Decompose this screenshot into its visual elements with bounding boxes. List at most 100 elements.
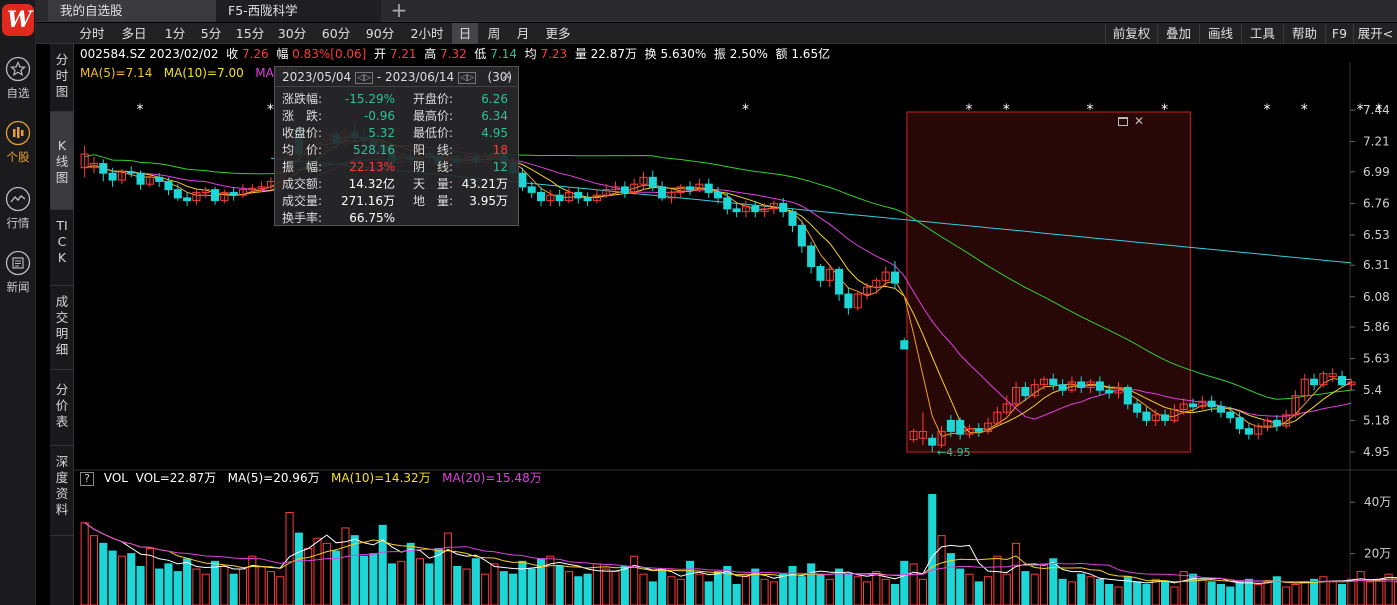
event-marker-icon: * <box>965 102 972 118</box>
quote-date: 2023/02/02 <box>149 47 219 61</box>
amount-label: 额 <box>775 47 788 61</box>
candle-body <box>1058 384 1067 391</box>
popup-value: 18 <box>492 143 508 157</box>
side-tab-profile[interactable]: 深度资料 <box>50 446 74 536</box>
low-value: 7.14 <box>490 47 517 61</box>
candle-body <box>751 205 760 213</box>
f9-button[interactable]: F9 <box>1325 23 1353 44</box>
side-tab-intraday[interactable]: 分时图 <box>50 44 74 112</box>
popup-value: 528.16 <box>353 143 395 157</box>
volume-bar <box>490 563 499 605</box>
period-month[interactable]: 月 <box>510 23 536 44</box>
candle-body <box>816 266 825 281</box>
candle-body <box>574 191 583 199</box>
candle-body <box>1337 375 1347 386</box>
period-1m[interactable]: 1分 <box>158 23 192 44</box>
period-intraday[interactable]: 分时 <box>74 23 110 44</box>
turnover-label: 换 <box>644 47 657 61</box>
volume-bar <box>1337 583 1347 605</box>
amplitude-value: 2.50% <box>729 47 768 61</box>
change-label: 幅 <box>276 47 289 61</box>
open-value: 7.21 <box>389 47 417 61</box>
volume-bar <box>471 558 480 605</box>
popup-value: -0.96 <box>363 109 395 123</box>
period-more[interactable]: 更多 <box>540 23 576 44</box>
candle-body <box>173 189 182 199</box>
rail-item-market[interactable]: 行情 <box>0 186 36 231</box>
expand-button[interactable]: 展开< <box>1353 23 1397 44</box>
period-5m[interactable]: 5分 <box>194 23 228 44</box>
overlay-button[interactable]: 叠加 <box>1157 23 1199 44</box>
period-30m[interactable]: 30分 <box>272 23 312 44</box>
volume-bar <box>1161 581 1170 605</box>
draw-button[interactable]: 画线 <box>1199 23 1241 44</box>
price-axis-label: 5.18 <box>1363 413 1390 427</box>
tools-button[interactable]: 工具 <box>1241 23 1283 44</box>
side-tab-trades[interactable]: 成交明细 <box>50 286 74 370</box>
rail-item-stock[interactable]: 个股 <box>0 120 36 165</box>
candle-body <box>1207 400 1216 408</box>
volume-bar <box>555 565 564 605</box>
volume-bar <box>108 550 117 605</box>
period-90m[interactable]: 90分 <box>360 23 400 44</box>
rail-item-news[interactable]: 新闻 <box>0 250 36 295</box>
volume-bar <box>788 565 797 605</box>
range-end-date: 2023/06/14 <box>385 70 455 84</box>
volume-bar <box>211 560 220 605</box>
side-tab-price-volume[interactable]: 分价表 <box>50 370 74 446</box>
side-tabs: 分时图 K线图 TICK 成交明细 分价表 深度资料 <box>50 44 74 605</box>
tab-stock-detail[interactable]: F5-西陇科学 002584.SZ <box>216 0 381 40</box>
popup-value: 14.32亿 <box>348 177 395 191</box>
volume-bar <box>1030 573 1039 605</box>
selection-close-icon[interactable]: ✕ <box>1134 114 1144 128</box>
period-15m[interactable]: 15分 <box>230 23 270 44</box>
side-tab-kline[interactable]: K线图 <box>50 112 74 210</box>
selection-tools: ✕ <box>1118 114 1154 128</box>
range-end-stepper-icon[interactable]: ◁▷ <box>458 71 476 84</box>
volume-bar <box>862 581 872 605</box>
volume-bar <box>918 578 927 605</box>
range-stats-popup: 2023/05/04 ◁▷ - 2023/06/14 ◁▷ (30) ✕ 涨跌幅… <box>274 66 519 226</box>
candle-body <box>723 197 732 210</box>
popup-header: 2023/05/04 ◁▷ - 2023/06/14 ◁▷ (30) <box>275 67 518 87</box>
candle-body <box>164 180 173 191</box>
period-2h[interactable]: 2小时 <box>404 23 450 44</box>
candle-body <box>1077 381 1086 388</box>
popup-close-icon[interactable]: ✕ <box>501 69 512 84</box>
volume-bar <box>425 563 434 605</box>
price-axis-label: 5.63 <box>1363 352 1390 366</box>
candle-body <box>1105 389 1114 394</box>
volume-bar <box>1198 578 1207 605</box>
app-logo[interactable]: W <box>2 4 34 36</box>
rail-item-watchlist[interactable]: 自选 <box>0 56 36 101</box>
candle-body <box>536 191 546 202</box>
kline-chart[interactable]: 7.447.216.996.766.536.316.085.865.635.45… <box>74 62 1397 605</box>
side-tab-tick-label: TICK <box>56 218 68 265</box>
volume-bar <box>1263 581 1272 605</box>
news-icon <box>5 250 31 276</box>
period-day[interactable]: 日 <box>452 23 478 44</box>
help-button[interactable]: 帮助 <box>1283 23 1325 44</box>
new-tab-icon[interactable]: + <box>388 0 410 22</box>
period-60m[interactable]: 60分 <box>316 23 356 44</box>
candle-body <box>99 163 108 174</box>
open-label: 开 <box>374 47 387 61</box>
volume-bar <box>844 573 853 605</box>
adjust-button[interactable]: 前复权 <box>1105 23 1157 44</box>
volume-bar <box>704 581 713 605</box>
period-week[interactable]: 周 <box>482 23 506 44</box>
side-tab-tick[interactable]: TICK <box>50 210 74 286</box>
volume-bar <box>1226 586 1235 605</box>
rail-label-news: 新闻 <box>6 280 30 294</box>
range-start-stepper-icon[interactable]: ◁▷ <box>355 71 373 84</box>
range-separator: - <box>376 70 382 84</box>
popup-label: 阴 线: <box>413 160 454 174</box>
popup-label: 地 量: <box>413 194 454 208</box>
period-multi-day[interactable]: 多日 <box>116 23 152 44</box>
volume-bar <box>760 578 769 605</box>
volume-bar <box>1058 578 1067 605</box>
turnover-value: 5.630% <box>660 47 707 61</box>
maximize-icon[interactable] <box>1118 116 1128 126</box>
tab-watchlist[interactable]: 我的自选股 <box>48 0 228 22</box>
star-icon <box>5 56 31 82</box>
